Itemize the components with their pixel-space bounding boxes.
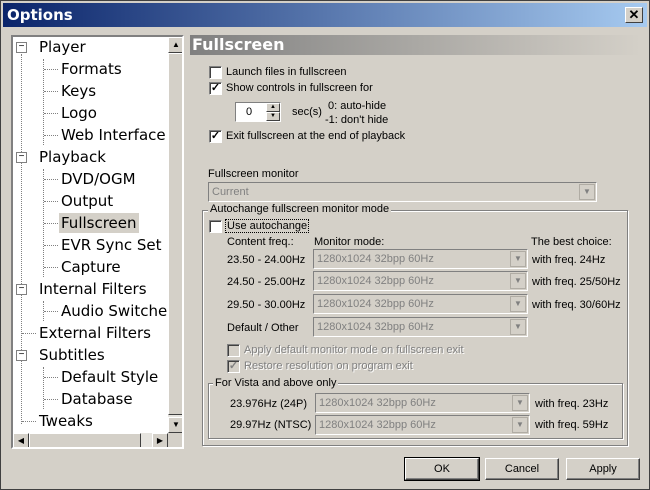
title-bar: Options ✕ [3,3,647,27]
tree-item-internal-filters[interactable]: Internal Filters [39,279,147,299]
expand-internal-filters-icon[interactable]: − [16,284,27,295]
vista-group-title: For Vista and above only [213,377,339,389]
launch-fullscreen-label: Launch files in fullscreen [226,66,347,78]
apply-button[interactable]: Apply [566,458,640,480]
autochange-group-title: Autochange fullscreen monitor mode [208,203,392,215]
apply-default-label: Apply default monitor mode on fullscreen… [244,344,464,356]
tree-item-output[interactable]: Output [61,191,113,211]
tree-vertical-scrollbar[interactable]: ▲ ▼ [168,37,182,433]
col-monitor-mode: Monitor mode: [314,236,385,248]
chevron-down-icon: ▼ [510,251,526,267]
row-freq: Default / Other [227,322,299,334]
expand-player-icon[interactable]: − [16,42,27,53]
row-mode-select[interactable]: 1280x1024 32bpp 60Hz ▼ [313,271,528,291]
show-controls-checkbox[interactable]: ✓ [209,82,222,95]
seconds-spinner[interactable]: 0 ▲ ▼ [235,102,281,122]
hscroll-thumb[interactable] [29,433,141,447]
show-controls-label: Show controls in fullscreen for [226,82,373,94]
vista-row-best: with freq. 23Hz [535,398,609,410]
options-tree: − Player Formats Keys Logo Web Interface… [11,35,184,449]
tree-item-player[interactable]: Player [39,37,86,57]
monitor-label: Fullscreen monitor [208,168,299,180]
tree-item-evr-sync[interactable]: EVR Sync Set [61,235,161,255]
scroll-up-icon[interactable]: ▲ [168,37,182,53]
launch-fullscreen-checkbox[interactable] [209,66,222,79]
row-mode-value: 1280x1024 32bpp 60Hz [317,321,434,333]
chevron-down-icon: ▼ [579,184,595,200]
tree-item-web-interface[interactable]: Web Interface [61,125,166,145]
close-button[interactable]: ✕ [625,7,643,23]
vista-row-freq: 29.97Hz (NTSC) [230,419,312,431]
exit-fullscreen-checkbox[interactable]: ✓ [209,130,222,143]
row-best: with freq. 24Hz [532,254,606,266]
vista-row-mode-select[interactable]: 1280x1024 32bpp 60Hz ▼ [315,415,530,435]
tree-item-external-filters[interactable]: External Filters [39,323,151,343]
chevron-down-icon: ▼ [510,273,526,289]
tree-item-playback[interactable]: Playback [39,147,106,167]
use-autochange-label: Use autochange [225,219,310,233]
col-content-freq: Content freq.: [227,236,294,248]
chevron-down-icon: ▼ [510,296,526,312]
tree-item-database[interactable]: Database [61,389,133,409]
vista-row-freq: 23.976Hz (24P) [230,398,308,410]
vista-row-mode-select[interactable]: 1280x1024 32bpp 60Hz ▼ [315,393,530,413]
row-freq: 29.50 - 30.00Hz [227,299,306,311]
tree-item-fullscreen[interactable]: Fullscreen [59,213,139,233]
scroll-right-icon[interactable]: ▶ [152,433,168,447]
scroll-thumb[interactable] [168,53,182,415]
page-header: Fullscreen [190,35,641,55]
tree-item-keys[interactable]: Keys [61,81,96,101]
row-freq: 24.50 - 25.00Hz [227,276,306,288]
row-mode-value: 1280x1024 32bpp 60Hz [317,275,434,287]
row-mode-select[interactable]: 1280x1024 32bpp 60Hz ▼ [313,317,528,337]
row-best: with freq. 25/50Hz [532,276,621,288]
col-best-choice: The best choice: [531,236,612,248]
use-autochange-checkbox[interactable] [209,220,222,233]
tree-horizontal-scrollbar[interactable]: ◀ ▶ [13,433,168,447]
tree-item-capture[interactable]: Capture [61,257,121,277]
scroll-corner [168,433,182,447]
window-title: Options [7,6,73,24]
cancel-button[interactable]: Cancel [485,458,559,480]
scroll-left-icon[interactable]: ◀ [13,433,29,447]
vista-row-mode-value: 1280x1024 32bpp 60Hz [319,419,436,431]
apply-default-checkbox[interactable] [227,344,240,357]
row-mode-value: 1280x1024 32bpp 60Hz [317,253,434,265]
tree-item-audio-switcher[interactable]: Audio Switche [61,301,167,321]
tree-item-default-style[interactable]: Default Style [61,367,158,387]
row-mode-select[interactable]: 1280x1024 32bpp 60Hz ▼ [313,294,528,314]
tree-item-tweaks[interactable]: Tweaks [39,411,93,431]
tree-item-logo[interactable]: Logo [61,103,97,123]
seconds-value: 0 [246,106,253,118]
spin-up-icon[interactable]: ▲ [266,103,280,112]
page-title: Fullscreen [192,35,285,54]
tree-item-dvd-ogm[interactable]: DVD/OGM [61,169,136,189]
expand-subtitles-icon[interactable]: − [16,350,27,361]
options-dialog: Options ✕ − Player Formats Keys Logo Web… [0,0,650,490]
restore-resolution-checkbox[interactable]: ✓ [227,360,240,373]
tree-content: − Player Formats Keys Logo Web Interface… [13,37,168,433]
chevron-down-icon: ▼ [510,319,526,335]
row-freq: 23.50 - 24.00Hz [227,254,306,266]
seconds-unit: sec(s) [292,106,322,118]
tree-item-subtitles[interactable]: Subtitles [39,345,105,365]
chevron-down-icon: ▼ [512,417,528,433]
monitor-select[interactable]: Current ▼ [208,182,597,202]
scroll-down-icon[interactable]: ▼ [168,417,182,433]
spin-down-icon[interactable]: ▼ [266,112,280,121]
vista-row-mode-value: 1280x1024 32bpp 60Hz [319,397,436,409]
vista-row-best: with freq. 59Hz [535,419,609,431]
ok-button[interactable]: OK [404,457,480,481]
tree-item-formats[interactable]: Formats [61,59,122,79]
seconds-hint-1: 0: auto-hide [328,100,387,112]
row-best: with freq. 30/60Hz [532,299,621,311]
seconds-hint-2: -1: don't hide [325,114,389,126]
chevron-down-icon: ▼ [512,395,528,411]
row-mode-select[interactable]: 1280x1024 32bpp 60Hz ▼ [313,249,528,269]
row-mode-value: 1280x1024 32bpp 60Hz [317,298,434,310]
expand-playback-icon[interactable]: − [16,152,27,163]
exit-fullscreen-label: Exit fullscreen at the end of playback [226,130,406,142]
restore-resolution-label: Restore resolution on program exit [244,360,413,372]
monitor-value: Current [212,186,249,198]
